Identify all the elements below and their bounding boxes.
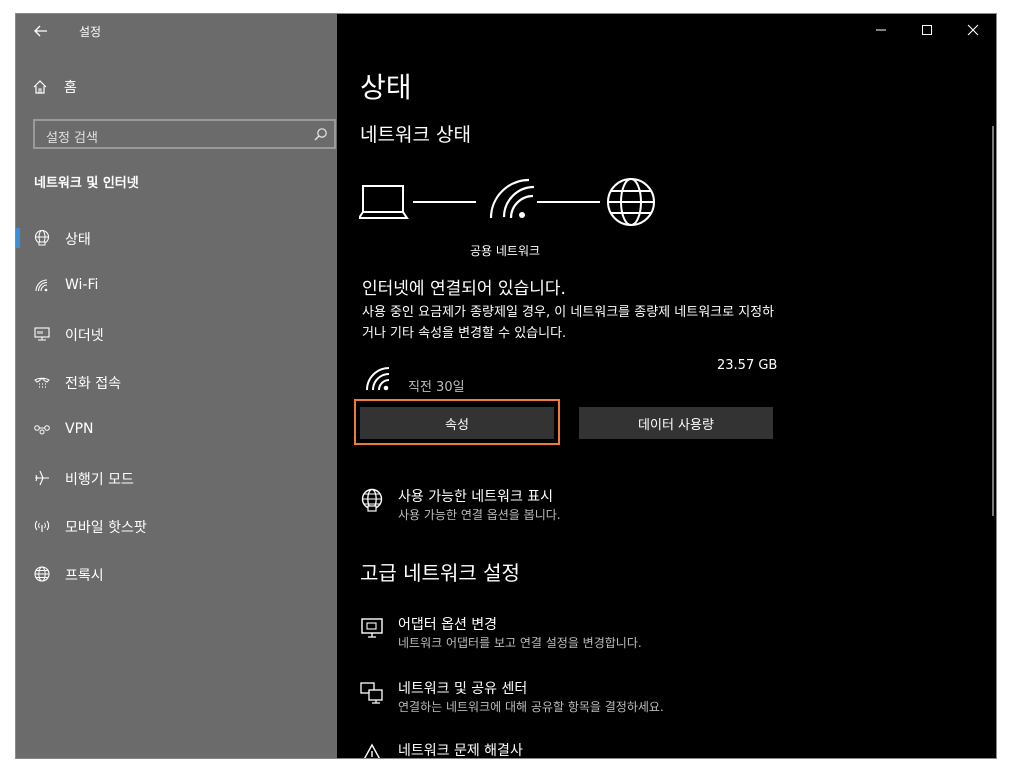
sidebar-item-label: 비행기 모드 [65,472,134,488]
sidebar-item-dialup[interactable]: 전화 접속 [16,362,337,402]
sidebar-item-airplane[interactable]: 비행기 모드 [16,458,337,498]
maximize-icon [922,25,932,35]
wifi-icon [35,279,48,292]
sidebar-item-label: 상태 [65,232,91,248]
wifi-signal-icon [489,178,535,219]
hotspot-icon [34,520,50,532]
laptop-icon [359,185,409,219]
section-title: 네트워크 및 인터넷 [34,176,139,191]
show-networks-subtitle: 사용 가능한 연결 옵션을 봅니다. [398,508,561,522]
back-arrow-icon [34,25,47,37]
sidebar-item-label: 이더넷 [65,328,104,344]
network-type-label: 공용 네트워크 [470,244,541,258]
search-placeholder: 설정 검색 [46,131,98,146]
globe-network-icon [34,229,50,246]
sidebar-item-label: 프록시 [65,568,104,584]
ethernet-icon [34,327,50,341]
globe-icon [34,566,50,582]
adapter-monitor-icon [361,618,383,638]
network-status-heading: 네트워크 상태 [360,124,471,146]
wifi-usage-icon [366,367,390,391]
close-icon [967,24,979,36]
sidebar-item-hotspot[interactable]: 모바일 핫스팟 [16,506,337,546]
sidebar-item-wifi[interactable]: Wi-Fi [16,266,337,306]
page-title: 상태 [360,71,412,104]
sharing-center-icon [360,682,383,704]
data-usage-period: 직전 30일 [408,380,465,395]
maximize-button[interactable] [904,18,950,42]
window-title: 설정 [79,25,102,39]
search-icon [314,128,327,141]
sidebar-home[interactable]: 홈 [32,76,77,98]
sidebar-item-vpn[interactable]: VPN [16,410,337,450]
globe-network-icon [361,488,383,512]
sharing-center-subtitle: 연결하는 네트워크에 대해 공유할 항목을 결정하세요. [398,700,664,714]
connection-status: 인터넷에 연결되어 있습니다. [362,279,566,299]
home-label: 홈 [64,80,77,96]
advanced-settings-heading: 고급 네트워크 설정 [360,561,520,585]
sidebar-item-proxy[interactable]: 프록시 [16,554,337,594]
sharing-center-title: 네트워크 및 공유 센터 [398,681,528,697]
show-networks-link[interactable]: 사용 가능한 네트워크 표시 사용 가능한 연결 옵션을 봅니다. [360,486,660,526]
data-usage-button[interactable]: 데이터 사용량 [579,407,773,439]
close-button[interactable] [950,18,996,42]
airplane-icon [35,470,49,486]
sharing-center-link[interactable]: 네트워크 및 공유 센터 연결하는 네트워크에 대해 공유할 항목을 결정하세요… [360,678,720,718]
vpn-icon [34,425,50,435]
minimize-icon [876,29,886,31]
home-icon [33,80,47,94]
sidebar-item-status[interactable]: 상태 [16,218,337,258]
troubleshooter-link[interactable]: 네트워크 문제 해결사 [360,740,660,758]
sidebar-item-label: 전화 접속 [65,376,121,392]
network-diagram [359,178,655,226]
troubleshooter-title: 네트워크 문제 해결사 [398,743,523,758]
data-usage-size: 23.57 GB [717,358,778,373]
sidebar-item-label: Wi-Fi [65,277,99,293]
sidebar-item-ethernet[interactable]: 이더넷 [16,314,337,354]
adapter-options-title: 어댑터 옵션 변경 [398,617,498,633]
adapter-options-link[interactable]: 어댑터 옵션 변경 네트워크 어댑터를 보고 연결 설정을 변경합니다. [360,614,700,654]
dialup-icon [34,377,50,388]
settings-window: 설정 홈 설정 검색 네트워크 및 인터넷 상태 Wi-Fi 이더넷 전화 접속 [16,14,996,758]
metered-description: 사용 중인 요금제가 종량제일 경우, 이 네트워크를 종량제 네트워크로 지정… [362,305,775,341]
sidebar-item-label: VPN [65,421,94,437]
sidebar: 설정 홈 설정 검색 네트워크 및 인터넷 상태 Wi-Fi 이더넷 전화 접속 [16,14,337,758]
warning-icon [363,743,381,758]
adapter-options-subtitle: 네트워크 어댑터를 보고 연결 설정을 변경합니다. [398,636,642,650]
sidebar-item-label: 모바일 핫스팟 [65,520,147,536]
internet-globe-icon [607,178,655,226]
properties-button[interactable]: 속성 [360,407,554,439]
show-networks-title: 사용 가능한 네트워크 표시 [398,489,554,505]
search-input[interactable]: 설정 검색 [33,119,336,149]
main-content: 상태 네트워크 상태 공용 네트워크 인터넷에 연결되어 있습니다. 사용 중인… [337,14,996,758]
minimize-button[interactable] [858,18,904,42]
scrollbar[interactable] [992,126,994,516]
back-button[interactable] [30,20,52,42]
